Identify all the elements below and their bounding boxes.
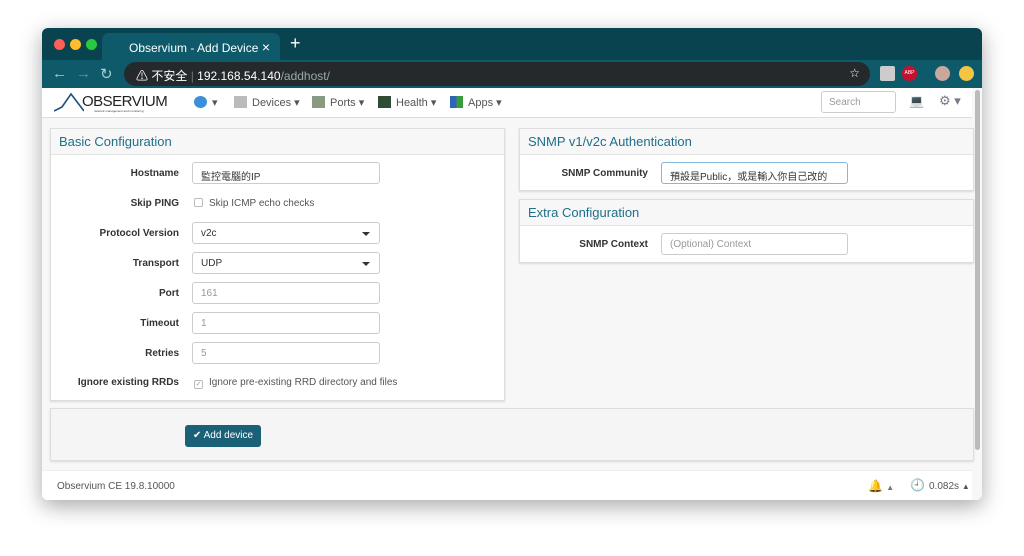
minimize-window-button[interactable] bbox=[70, 39, 81, 50]
basic-configuration-panel: Basic Configuration Hostname 監控電腦的IP Skip… bbox=[50, 128, 505, 401]
page: OBSERVIUM network management and monitor… bbox=[42, 88, 982, 500]
transport-select[interactable]: UDP bbox=[192, 252, 380, 274]
heartbeat-icon bbox=[378, 96, 391, 108]
checkmark-icon: ✔ bbox=[193, 430, 204, 441]
alert-bell-icon[interactable]: 🔔 ▲ bbox=[868, 479, 894, 493]
extension-icon[interactable] bbox=[880, 66, 895, 81]
port-input[interactable]: 161 bbox=[192, 282, 380, 304]
ignore-rrds-label: Ignore existing RRDs bbox=[77, 377, 179, 388]
maximize-window-button[interactable] bbox=[86, 39, 97, 50]
panel-title: SNMP v1/v2c Authentication bbox=[520, 129, 973, 155]
hostname-input[interactable]: 監控電腦的IP bbox=[192, 162, 380, 184]
version-text: Observium CE 19.8.10000 bbox=[57, 481, 175, 492]
close-window-button[interactable] bbox=[54, 39, 65, 50]
server-icon bbox=[234, 96, 247, 108]
snmp-auth-panel: SNMP v1/v2c Authentication SNMP Communit… bbox=[519, 128, 974, 191]
dropdown-caret-icon bbox=[362, 262, 370, 266]
health-menu[interactable]: Health ▾ bbox=[378, 96, 436, 109]
browser-tab[interactable]: Observium - Add Device × bbox=[102, 33, 280, 60]
network-port-icon bbox=[312, 96, 325, 108]
dropdown-caret-icon bbox=[362, 232, 370, 236]
panel-title: Extra Configuration bbox=[520, 200, 973, 226]
search-input[interactable]: Search bbox=[821, 91, 896, 113]
form-actions: ✔ Add device bbox=[50, 408, 974, 461]
tab-title: Observium - Add Device bbox=[129, 41, 259, 55]
clock-icon[interactable]: 🕘 bbox=[910, 478, 925, 492]
add-device-button[interactable]: ✔ Add device bbox=[185, 425, 262, 447]
security-label: 不安全 bbox=[151, 69, 188, 83]
address-bar-row: ← → ↻ ⚠ 不安全 | 192.168.54.140/addhost/ ☆ … bbox=[42, 60, 982, 88]
back-icon[interactable]: ← bbox=[52, 65, 67, 82]
skip-ping-label: Skip PING bbox=[130, 198, 179, 209]
protocol-version-select[interactable]: v2c bbox=[192, 222, 380, 244]
laptop-icon[interactable]: 💻 bbox=[909, 94, 924, 108]
tab-strip: Observium - Add Device × + bbox=[42, 28, 982, 60]
snmp-community-input[interactable]: 預設是Public，或是輸入你自己改的 bbox=[661, 162, 848, 184]
apps-menu[interactable]: Apps ▾ bbox=[450, 96, 502, 109]
ports-menu[interactable]: Ports ▾ bbox=[312, 96, 364, 109]
update-icon[interactable] bbox=[959, 66, 974, 81]
extra-configuration-panel: Extra Configuration SNMP Context (Optiona… bbox=[519, 199, 974, 263]
snmp-context-input[interactable]: (Optional) Context bbox=[661, 233, 848, 255]
url-bar[interactable]: ⚠ 不安全 | 192.168.54.140/addhost/ ☆ bbox=[124, 62, 870, 86]
snmp-community-label: SNMP Community bbox=[561, 168, 649, 179]
page-timing[interactable]: 0.082s ▲ bbox=[929, 481, 970, 492]
observium-logo[interactable]: OBSERVIUM network management and monitor… bbox=[53, 91, 168, 118]
panel-title: Basic Configuration bbox=[51, 129, 504, 155]
apps-grid-icon bbox=[450, 96, 463, 108]
globe-menu[interactable]: ▾ bbox=[194, 96, 218, 109]
reload-icon[interactable]: ↻ bbox=[100, 65, 113, 83]
new-tab-button[interactable]: + bbox=[290, 33, 301, 54]
retries-label: Retries bbox=[145, 348, 179, 359]
warning-icon: ⚠ bbox=[136, 69, 152, 83]
url-path: /addhost/ bbox=[280, 69, 330, 83]
browser-window: Observium - Add Device × + ← → ↻ ⚠ 不安全 |… bbox=[42, 28, 982, 500]
transport-label: Transport bbox=[132, 258, 179, 269]
timeout-input[interactable]: 1 bbox=[192, 312, 380, 334]
devices-menu[interactable]: Devices ▾ bbox=[234, 96, 300, 109]
profile-avatar[interactable] bbox=[935, 66, 950, 81]
adblock-icon[interactable]: ABP bbox=[902, 66, 917, 81]
forward-icon[interactable]: → bbox=[76, 65, 91, 82]
footer: Observium CE 19.8.10000 🔔 ▲ 🕘 0.082s ▲ bbox=[42, 470, 972, 500]
skip-ping-checkbox[interactable]: Skip ICMP echo checks bbox=[194, 198, 314, 209]
logo-mountain-icon bbox=[53, 92, 85, 112]
top-navbar: OBSERVIUM network management and monitor… bbox=[42, 88, 972, 118]
port-label: Port bbox=[159, 288, 179, 299]
hostname-label: Hostname bbox=[130, 168, 179, 179]
globe-icon bbox=[194, 96, 207, 108]
ignore-rrds-checkbox[interactable]: ✓ Ignore pre-existing RRD directory and f… bbox=[194, 377, 397, 389]
url-host: 192.168.54.140 bbox=[197, 69, 281, 83]
settings-gear-icon[interactable]: ⚙ ▾ bbox=[939, 93, 961, 109]
retries-input[interactable]: 5 bbox=[192, 342, 380, 364]
timeout-label: Timeout bbox=[140, 318, 179, 329]
scrollbar[interactable] bbox=[975, 90, 980, 450]
bookmark-star-icon[interactable]: ☆ bbox=[849, 66, 860, 80]
snmp-context-label: SNMP Context bbox=[579, 239, 648, 250]
close-tab-icon[interactable]: × bbox=[262, 39, 270, 55]
protocol-version-label: Protocol Version bbox=[99, 228, 179, 239]
